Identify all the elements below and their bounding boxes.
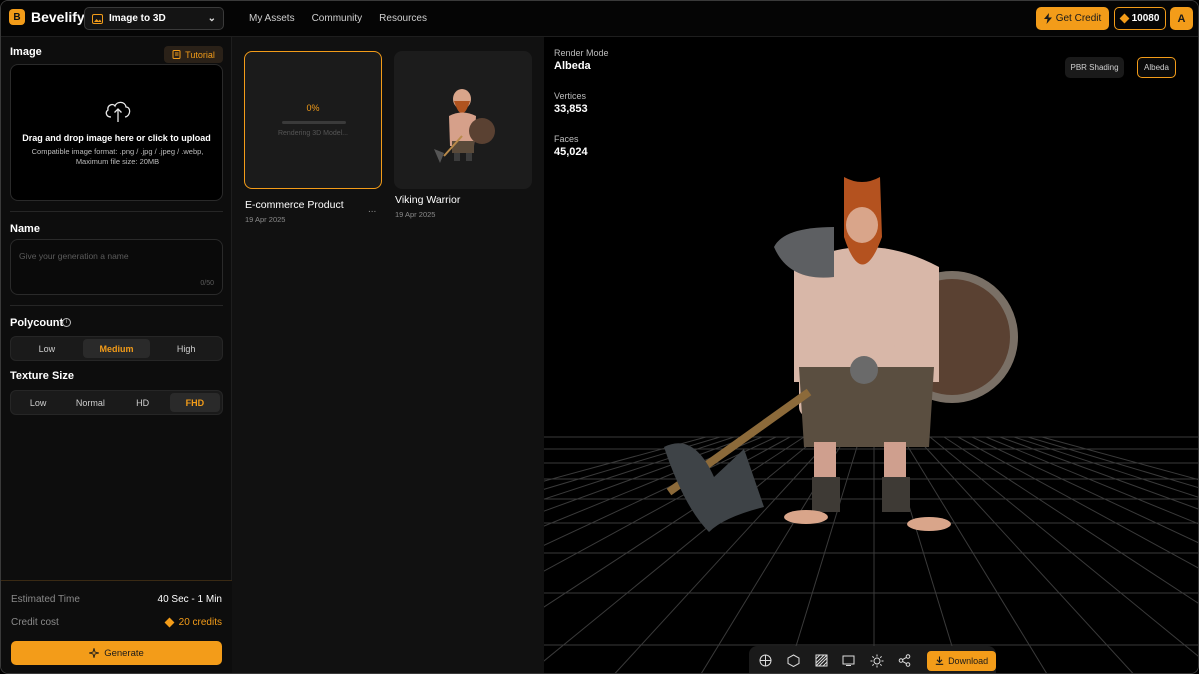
solid-icon[interactable] [786,653,802,669]
render-progress-percent: 0% [306,103,320,113]
viewer-grid [544,177,1198,673]
tutorial-label: Tutorial [185,49,215,60]
vertices-value: 33,853 [554,103,588,115]
texture-size-label: Texture Size [10,370,74,382]
polycount-option-medium[interactable]: Medium [82,339,151,358]
name-char-counter: 0/50 [200,280,214,287]
book-icon [172,50,181,59]
vertices-label: Vertices [554,91,587,101]
texture-option-hd[interactable]: HD [118,393,168,412]
pbr-shading-button[interactable]: PBR Shading [1065,57,1124,78]
sparkle-icon [89,648,100,658]
nav-community[interactable]: Community [312,13,363,24]
light-icon[interactable] [869,653,885,669]
get-credit-label: Get Credit [1055,13,1102,24]
screen-icon[interactable] [841,653,857,669]
download-icon [935,656,944,665]
brand-name: Bevelify [31,9,85,25]
viewer-toolbar: Download [749,646,996,673]
credit-diamond-icon [1119,13,1130,24]
tutorial-button[interactable]: Tutorial [164,46,223,63]
image-upload-dropzone[interactable]: Drag and drop image here or click to upl… [10,64,223,201]
texture-icon[interactable] [813,653,829,669]
asset-date: 19 Apr 2025 [395,210,436,219]
credit-balance-value: 10080 [1131,13,1160,24]
albeda-button[interactable]: Albeda [1137,57,1176,78]
credit-cost-value: 20 credits [178,617,222,628]
credit-cost-label: Credit cost [11,617,59,628]
credit-balance[interactable]: 10080 [1114,7,1166,30]
asset-card-rendering[interactable]: 0% Rendering 3D Model... [244,51,382,189]
more-options-icon[interactable]: ... [368,204,376,215]
name-section-label: Name [10,223,40,235]
avatar[interactable]: A [1170,7,1193,30]
asset-title[interactable]: Viking Warrior [395,194,460,206]
polycount-option-low[interactable]: Low [13,339,81,358]
brand-logo-icon: B [9,9,25,25]
nav-resources[interactable]: Resources [379,13,427,24]
main-nav: My Assets Community Resources [249,13,427,24]
viking-thumbnail-image [434,89,495,163]
model-viewer[interactable] [544,37,1198,673]
faces-value: 45,024 [554,146,588,158]
asset-date: 19 Apr 2025 [245,215,286,224]
estimated-time-value: 40 Sec - 1 Min [157,594,222,605]
credit-diamond-icon [164,617,175,628]
texture-option-fhd[interactable]: FHD [169,393,220,412]
asset-card-viking[interactable] [394,51,532,189]
generate-button[interactable]: Generate [11,641,222,665]
lightning-icon [1043,13,1052,24]
info-icon[interactable]: i [62,318,71,327]
name-placeholder: Give your generation a name [19,251,129,261]
polycount-selector: Low Medium High [10,336,223,361]
estimated-time-label: Estimated Time [11,594,80,605]
render-mode-label: Render Mode [554,48,609,58]
app-window: B Bevelify Image to 3D ⌄ My Assets Commu… [0,0,1199,674]
polycount-option-high[interactable]: High [152,339,220,358]
cloud-upload-icon [105,101,131,122]
image-section-label: Image [10,46,42,58]
upload-title: Drag and drop image here or click to upl… [22,133,211,143]
download-label: Download [948,655,989,666]
faces-label: Faces [554,134,579,144]
mode-select-dropdown[interactable]: Image to 3D ⌄ [84,7,224,30]
download-button[interactable]: Download [927,650,996,671]
polycount-label: Polycount [10,317,64,329]
wireframe-icon[interactable] [758,653,774,669]
render-mode-value: Albeda [554,60,591,72]
share-icon[interactable] [897,653,913,669]
credit-cost-row: Credit cost 20 credits [11,617,222,628]
nav-my-assets[interactable]: My Assets [249,13,295,24]
render-status: Rendering 3D Model... [277,130,349,137]
image-icon [92,13,103,24]
render-progress-bar [282,121,346,124]
asset-title[interactable]: E-commerce Product [245,199,344,211]
divider [10,305,223,306]
texture-option-normal[interactable]: Normal [65,393,115,412]
brand[interactable]: B Bevelify [9,9,85,25]
get-credit-button[interactable]: Get Credit [1036,7,1109,30]
generation-name-input[interactable]: Give your generation a name 0/50 [10,239,223,295]
credit-cost: 20 credits [164,617,222,628]
upload-hint: Compatible image format: .png / .jpg / .… [31,147,204,166]
estimated-time-row: Estimated Time 40 Sec - 1 Min [11,594,222,605]
generate-label: Generate [104,647,144,659]
mode-select-value: Image to 3D [109,13,166,24]
texture-option-low[interactable]: Low [13,393,63,412]
divider [10,211,223,212]
chevron-down-icon: ⌄ [207,13,216,24]
texture-size-selector: Low Normal HD FHD [10,390,223,415]
